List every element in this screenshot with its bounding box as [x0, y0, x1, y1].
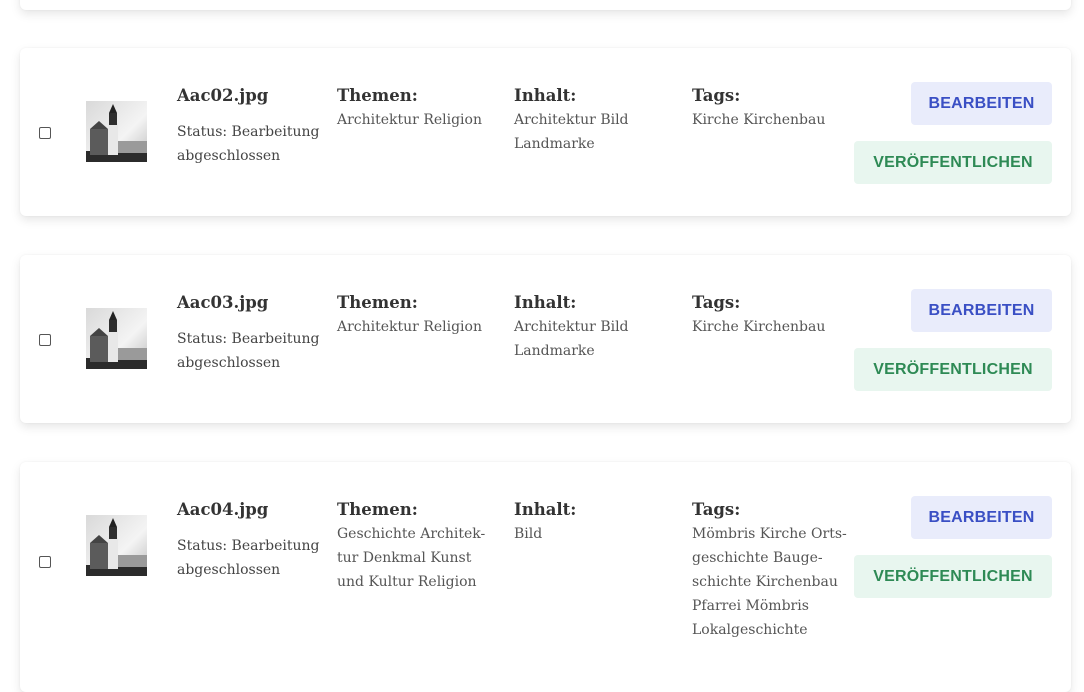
themen-values: Architektur Religion [337, 112, 482, 128]
tags-values: Kirche Kirchenbau [692, 112, 826, 128]
tags-heading: Tags: [692, 86, 741, 105]
select-checkbox[interactable] [39, 556, 51, 568]
edit-button[interactable]: BEARBEITEN [911, 496, 1052, 539]
themen-values: Architektur Religion [337, 319, 482, 335]
media-card: Aac04.jpg Status: Bearbeitung abgeschlos… [20, 462, 1071, 692]
inhalt-values: Architektur Bild Landmarke [514, 112, 629, 152]
inhalt-heading: Inhalt: [514, 500, 577, 519]
select-checkbox[interactable] [39, 334, 51, 346]
status-text: Status: Bearbeitung abgeschlossen [177, 331, 320, 371]
status-text: Status: Bearbeitung abgeschlossen [177, 124, 320, 164]
edit-button[interactable]: BEARBEITEN [911, 289, 1052, 332]
tags-heading: Tags: [692, 500, 741, 519]
themen-values: Geschichte Architek-tur Denkmal Kunst un… [337, 526, 486, 590]
themen-heading: Themen: [337, 293, 418, 312]
church-photo-thumbnail[interactable] [86, 515, 147, 576]
inhalt-heading: Inhalt: [514, 86, 577, 105]
themen-heading: Themen: [337, 86, 418, 105]
select-checkbox[interactable] [39, 127, 51, 139]
inhalt-heading: Inhalt: [514, 293, 577, 312]
publish-button[interactable]: VERÖFFENTLICHEN [854, 348, 1052, 391]
edit-button[interactable]: BEARBEITEN [911, 82, 1052, 125]
church-photo-thumbnail[interactable] [86, 308, 147, 369]
publish-button[interactable]: VERÖFFENTLICHEN [854, 141, 1052, 184]
publish-button[interactable]: VERÖFFENTLICHEN [854, 555, 1052, 598]
media-card: Aac02.jpg Status: Bearbeitung abgeschlos… [20, 48, 1071, 216]
file-name: Aac03.jpg [177, 293, 269, 312]
status-text: Status: Bearbeitung abgeschlossen [177, 538, 320, 578]
file-name: Aac02.jpg [177, 86, 269, 105]
tags-values: Kirche Kirchenbau [692, 319, 826, 335]
tags-values: Mömbris Kirche Orts-geschichte Bauge-sch… [692, 526, 847, 638]
tags-heading: Tags: [692, 293, 741, 312]
file-name: Aac04.jpg [177, 500, 269, 519]
inhalt-values: Architektur Bild Landmarke [514, 319, 629, 359]
inhalt-values: Bild [514, 526, 543, 542]
church-photo-thumbnail[interactable] [86, 101, 147, 162]
themen-heading: Themen: [337, 500, 418, 519]
media-card-previous [20, 0, 1071, 10]
media-card: Aac03.jpg Status: Bearbeitung abgeschlos… [20, 255, 1071, 423]
